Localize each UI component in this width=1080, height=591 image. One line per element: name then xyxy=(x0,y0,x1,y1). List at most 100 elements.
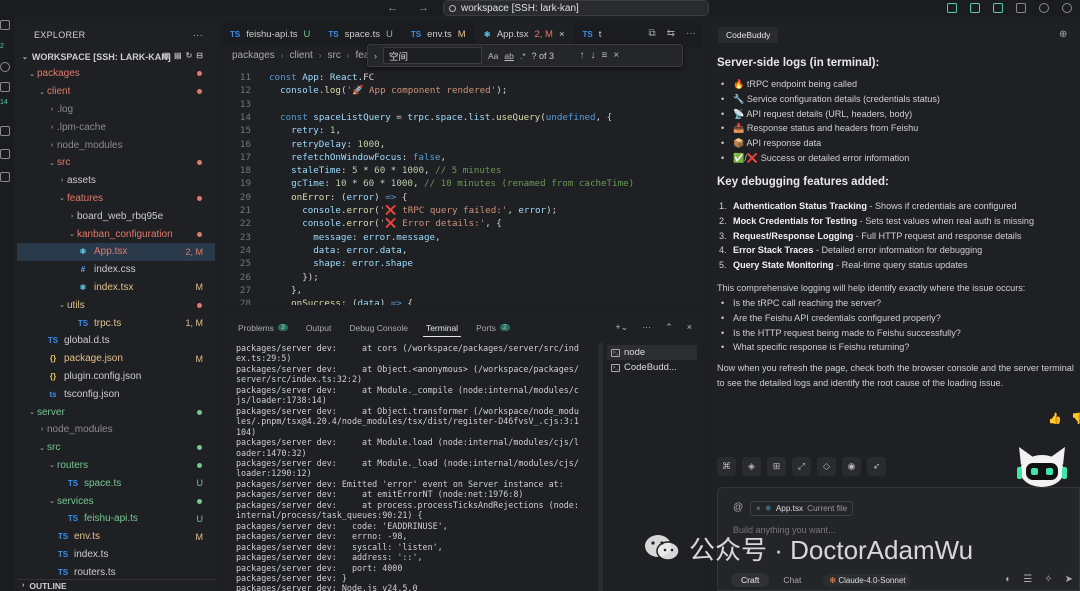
tree-item-label: App.tsx xyxy=(94,246,128,258)
tree-item[interactable]: ⚛ App.tsx 2, M xyxy=(17,242,215,261)
tree-item[interactable]: TS index.ts xyxy=(17,546,215,564)
source-control-icon[interactable] xyxy=(0,82,10,92)
account-icon[interactable] xyxy=(1062,3,1072,13)
toggle-replace-chevron-icon[interactable]: › xyxy=(374,51,377,61)
tree-item[interactable]: › .log xyxy=(17,101,215,119)
mention-at-button[interactable]: @ xyxy=(733,502,743,513)
match-case-toggle[interactable]: Aa xyxy=(488,51,498,61)
model-selector[interactable]: ✻ Claude-4.0-Sonnet xyxy=(823,573,912,587)
match-word-toggle[interactable]: ab xyxy=(504,51,513,61)
terminal-output[interactable]: packages/server dev: at cors (/workspace… xyxy=(236,343,594,591)
search-icon[interactable] xyxy=(0,62,10,72)
panel-tab[interactable]: Output xyxy=(297,313,341,342)
command-center-search[interactable]: workspace [SSH: lark-kan] xyxy=(443,0,709,16)
tree-item[interactable]: ⌄ services xyxy=(17,492,215,510)
sparkle-icon[interactable]: ✧ xyxy=(1044,574,1052,585)
code-editor[interactable]: 11 const App: React.FC 12 console.log('🚀 A… xyxy=(221,70,702,305)
chat-tab-codebuddy[interactable]: CodeBuddy xyxy=(718,27,779,43)
send-icon[interactable]: ➤ xyxy=(1065,574,1073,585)
maximize-panel-icon[interactable]: ⌃ xyxy=(665,322,673,333)
close-panel-icon[interactable]: × xyxy=(687,322,692,333)
tree-item[interactable]: ⌄ client xyxy=(17,83,215,101)
tool-icon-1[interactable]: ⌘ xyxy=(717,456,736,476)
thumbs-down-icon[interactable]: 👎 xyxy=(1071,412,1080,425)
customize-layout-icon[interactable] xyxy=(1016,3,1026,13)
close-find-icon[interactable]: × xyxy=(613,50,619,61)
remove-context-icon[interactable]: × xyxy=(756,504,761,513)
tree-item[interactable]: ⌄ packages xyxy=(17,65,215,83)
extensions-icon[interactable] xyxy=(0,172,10,182)
mode-craft-button[interactable]: Craft xyxy=(731,573,770,587)
tree-item[interactable]: {} plugin.config.json xyxy=(17,368,215,386)
context-file-chip[interactable]: × ⚛ App.tsx Current file xyxy=(750,501,854,516)
tool-icon-3[interactable]: ⊞ xyxy=(767,456,786,476)
outline-section[interactable]: › OUTLINE xyxy=(17,579,215,591)
tree-item[interactable]: ⌄ features xyxy=(17,190,215,208)
breadcrumb-item[interactable]: packages xyxy=(232,50,275,61)
run-debug-icon[interactable] xyxy=(0,126,10,136)
more-actions-icon[interactable]: ··· xyxy=(686,28,696,39)
more-actions-icon[interactable]: ··· xyxy=(642,322,651,333)
tool-icon-6[interactable]: ◉ xyxy=(842,456,861,476)
tree-item[interactable]: TS space.ts U xyxy=(17,474,215,492)
tree-item[interactable]: ⌄ utils xyxy=(17,296,215,314)
forward-arrow-icon[interactable]: → xyxy=(418,2,429,14)
editor-tab[interactable]: TS feishu-api.ts U xyxy=(221,22,319,47)
toggle-secondary-sidebar-icon[interactable] xyxy=(993,3,1003,13)
tree-item[interactable]: ⚛ index.tsx M xyxy=(17,279,215,297)
thumbs-up-icon[interactable]: 👍 xyxy=(1048,412,1062,425)
tree-item[interactable]: ts tsconfig.json xyxy=(17,385,215,403)
new-chat-icon[interactable]: ⊕ xyxy=(1059,29,1067,40)
list-icon[interactable]: ☰ xyxy=(1023,574,1032,585)
tree-item[interactable]: ⌄ src xyxy=(17,154,215,172)
tree-item[interactable]: › board_web_rbq95e xyxy=(17,207,215,225)
breadcrumb-item[interactable]: src xyxy=(328,50,341,61)
tree-item[interactable]: TS env.ts M xyxy=(17,528,215,546)
tree-item[interactable]: › assets xyxy=(17,172,215,190)
tree-item[interactable]: ⌄ src xyxy=(17,439,215,457)
terminal-scrollbar[interactable] xyxy=(598,343,603,591)
workspace-root[interactable]: ⌄ WORKSPACE [SSH: LARK-KAN] ▣▤↻⊟ xyxy=(17,48,215,65)
tree-item[interactable]: › node_modules xyxy=(17,136,215,154)
tree-item[interactable]: # index.css xyxy=(17,261,215,279)
settings-gear-icon[interactable] xyxy=(1039,3,1049,13)
tree-item[interactable]: ⌄ server xyxy=(17,403,215,421)
panel-tab[interactable]: Problems 3 xyxy=(229,313,297,342)
palette-icon[interactable]: ◐ xyxy=(1005,574,1011,585)
diff-icon[interactable]: ⇆ xyxy=(667,28,675,39)
toggle-panel-icon[interactable] xyxy=(970,3,980,13)
panel-tab[interactable]: Debug Console xyxy=(340,313,417,342)
close-tab-icon[interactable]: × xyxy=(559,29,565,40)
tree-item[interactable]: TS trpc.ts 1, M xyxy=(17,314,215,332)
tool-icon-4[interactable]: ⤢ xyxy=(792,456,811,476)
explorer-files-icon[interactable] xyxy=(0,20,10,30)
next-match-icon[interactable]: ↓ xyxy=(591,50,596,61)
toggle-primary-sidebar-icon[interactable] xyxy=(947,3,957,13)
panel-tab[interactable]: Ports 2 xyxy=(467,313,519,342)
terminal-instance[interactable]: >_ node xyxy=(607,345,697,360)
tool-icon-5[interactable]: ◇ xyxy=(817,456,836,476)
tool-icon-7[interactable]: ➶ xyxy=(867,456,886,476)
tool-icon-2[interactable]: ◈ xyxy=(742,456,761,476)
find-in-selection-icon[interactable]: ≡ xyxy=(602,50,608,61)
terminal-instance[interactable]: >_ CodeBudd... xyxy=(607,360,697,375)
tree-item[interactable]: › .lpm-cache xyxy=(17,118,215,136)
tree-item[interactable]: TS feishu-api.ts U xyxy=(17,510,215,528)
tree-item[interactable]: ⌄ routers xyxy=(17,457,215,475)
tree-item[interactable]: {} package.json M xyxy=(17,350,215,368)
new-terminal-icon[interactable]: +⌄ xyxy=(615,322,628,333)
tree-item[interactable]: ⌄ kanban_configuration xyxy=(17,225,215,243)
remote-explorer-icon[interactable] xyxy=(0,149,10,159)
tree-item[interactable]: › node_modules xyxy=(17,421,215,439)
breadcrumb-item[interactable]: client xyxy=(289,50,312,61)
tree-item[interactable]: TS global.d.ts xyxy=(17,332,215,350)
workspace-actions[interactable]: ▣▤↻⊟ xyxy=(162,51,207,60)
find-input[interactable]: 空间 xyxy=(383,47,482,64)
explorer-menu-icon[interactable]: ··· xyxy=(193,30,203,40)
mode-chat-button[interactable]: Chat xyxy=(773,573,811,587)
previous-match-icon[interactable]: ↑ xyxy=(580,50,585,61)
back-arrow-icon[interactable]: ← xyxy=(387,2,398,14)
regex-toggle[interactable]: .* xyxy=(520,51,526,61)
panel-tab[interactable]: Terminal xyxy=(417,313,467,342)
split-editor-icon[interactable]: ⧉ xyxy=(648,28,655,39)
